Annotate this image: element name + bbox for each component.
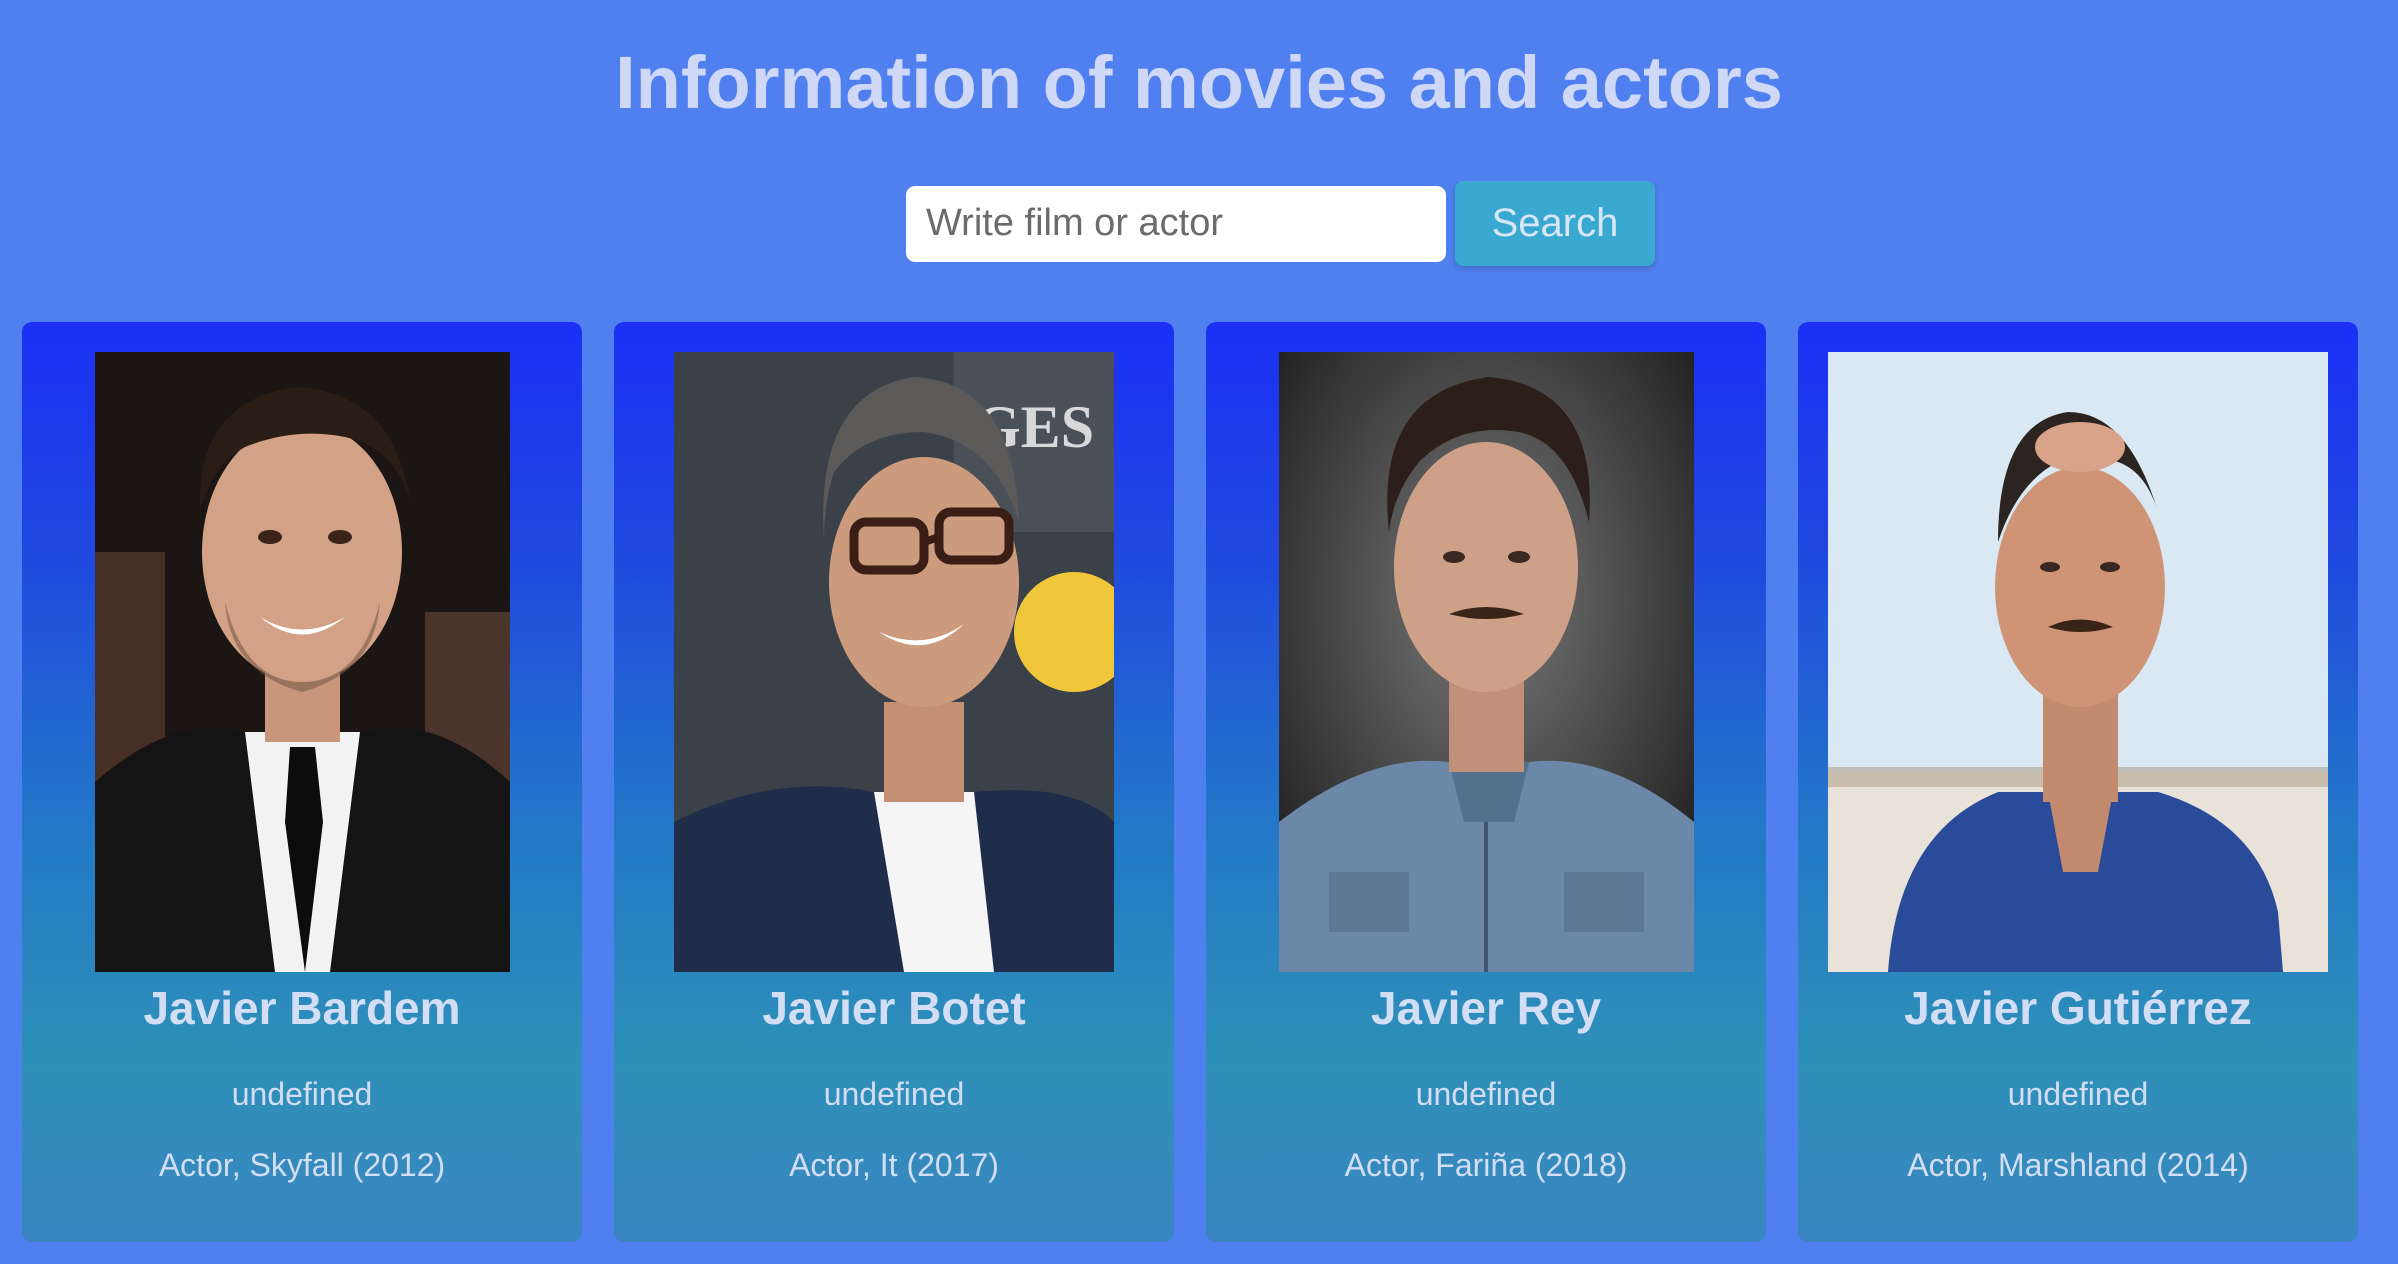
actor-card[interactable]: GES Javier Botet undefined Actor, It (20… [614, 322, 1174, 1242]
actor-detail: undefined [823, 1076, 965, 1112]
actor-known-for: Actor, Fariña (2018) [1344, 1147, 1628, 1183]
actor-photo: GES [674, 352, 1114, 972]
search-button[interactable]: Search [1455, 181, 1655, 266]
actor-card[interactable]: Javier Rey undefined Actor, Fariña (2018… [1206, 322, 1766, 1242]
actor-detail: undefined [231, 1076, 373, 1112]
actor-name[interactable]: Javier Botet [614, 980, 1174, 1036]
search-input[interactable] [906, 185, 1446, 262]
search-bar: Search [906, 181, 1655, 266]
actor-detail: undefined [2007, 1076, 2149, 1112]
actor-photo [95, 352, 510, 972]
actor-card[interactable]: Javier Gutiérrez undefined Actor, Marshl… [1798, 322, 2358, 1242]
actor-known-for: Actor, It (2017) [789, 1147, 999, 1183]
actor-name[interactable]: Javier Gutiérrez [1798, 980, 2358, 1036]
actor-photo [1828, 352, 2328, 972]
actor-detail: undefined [1415, 1076, 1557, 1112]
page-title: Information of movies and actors [615, 41, 1783, 124]
actor-name[interactable]: Javier Bardem [22, 980, 582, 1036]
actor-card[interactable]: Javier Bardem undefined Actor, Skyfall (… [22, 322, 582, 1242]
actor-photo [1279, 352, 1694, 972]
actor-name[interactable]: Javier Rey [1206, 980, 1766, 1036]
page: Information of movies and actors Search [0, 0, 2398, 1264]
actor-card-list: Javier Bardem undefined Actor, Skyfall (… [22, 322, 2360, 1242]
actor-known-for: Actor, Skyfall (2012) [158, 1147, 446, 1183]
actor-known-for: Actor, Marshland (2014) [1907, 1147, 2249, 1183]
